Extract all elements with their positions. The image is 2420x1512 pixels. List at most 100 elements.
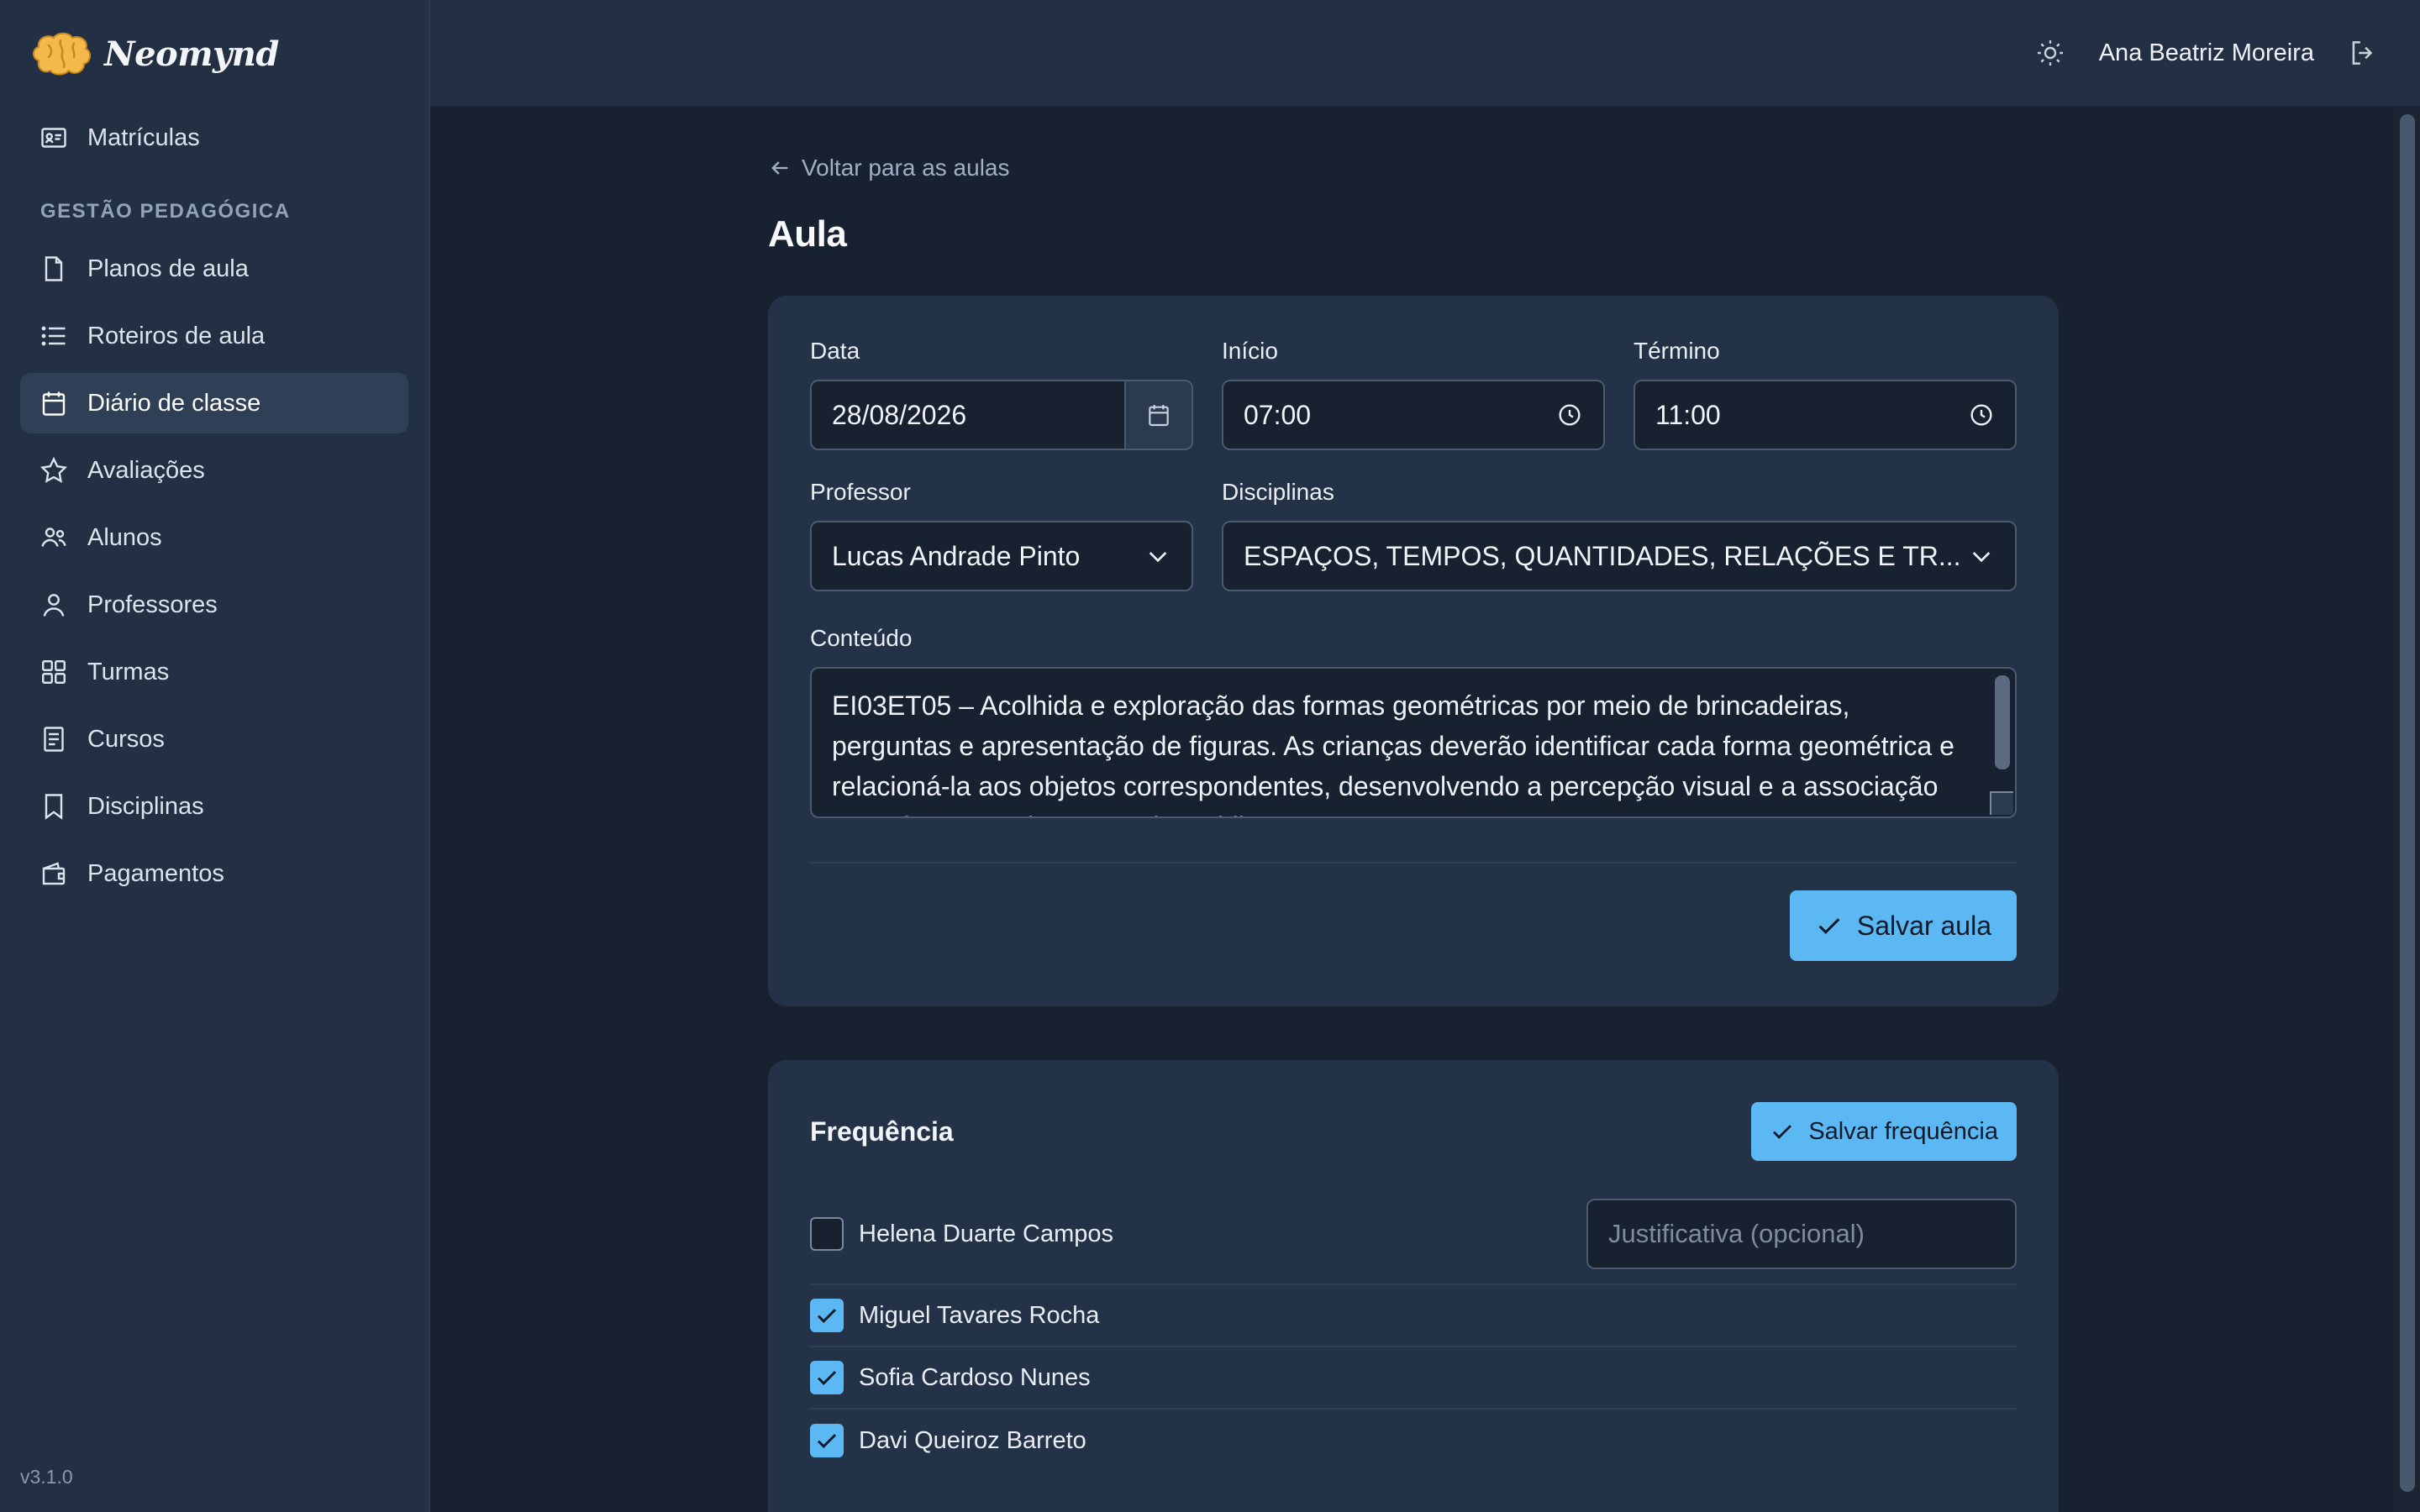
presence-checkbox[interactable] bbox=[810, 1361, 844, 1394]
user-icon bbox=[43, 594, 65, 617]
end-time-label: Término bbox=[1634, 338, 1720, 364]
attendance-row: Helena Duarte Campos Justificativa (opci… bbox=[810, 1184, 2017, 1285]
date-input[interactable]: 28/08/2026 bbox=[810, 380, 1126, 450]
date-picker-button[interactable] bbox=[1126, 380, 1193, 450]
sidebar-item-matriculas[interactable]: Matrículas bbox=[20, 108, 408, 168]
student-name: Helena Duarte Campos bbox=[859, 1220, 1114, 1247]
sidebar-item-label: Professores bbox=[87, 591, 218, 618]
content-label: Conteúdo bbox=[810, 625, 913, 651]
end-time-field: Término 11:00 bbox=[1634, 338, 2017, 450]
logout-button[interactable] bbox=[2346, 36, 2380, 70]
main-content: Voltar para as aulas Aula Data 28/08/202… bbox=[768, 108, 2059, 1512]
sidebar-item-cursos[interactable]: Cursos bbox=[20, 709, 408, 769]
sidebar-item-label: Turmas bbox=[87, 658, 170, 685]
end-time-value: 11:00 bbox=[1655, 399, 1721, 430]
date-label: Data bbox=[810, 338, 860, 364]
user-name[interactable]: Ana Beatriz Moreira bbox=[2099, 39, 2314, 67]
sidebar-item-label: Roteiros de aula bbox=[87, 322, 266, 349]
attendance-row: Davi Queiroz Barreto bbox=[810, 1410, 2017, 1472]
attendance-title: Frequência bbox=[810, 1116, 954, 1147]
attendance-card: Frequência Salvar frequência Helena Duar… bbox=[768, 1060, 2059, 1512]
grid-icon bbox=[42, 660, 66, 684]
page-scrollbar-thumb[interactable] bbox=[2400, 114, 2415, 1492]
presence-checkbox[interactable] bbox=[810, 1299, 844, 1332]
sidebar-item-diario-de-classe[interactable]: Diário de classe bbox=[20, 373, 408, 433]
sidebar-item-label: Cursos bbox=[87, 725, 165, 753]
save-lesson-label: Salvar aula bbox=[1856, 910, 1991, 941]
save-lesson-button[interactable]: Salvar aula bbox=[1789, 890, 2017, 961]
calendar-icon bbox=[42, 391, 66, 416]
attendance-list: Helena Duarte Campos Justificativa (opci… bbox=[810, 1184, 2017, 1472]
subjects-value: ESPAÇOS, TEMPOS, QUANTIDADES, RELAÇÕES E… bbox=[1244, 540, 1961, 571]
star-icon bbox=[39, 456, 68, 483]
check-icon bbox=[817, 1309, 837, 1323]
back-link[interactable]: Voltar para as aulas bbox=[768, 155, 2059, 181]
start-time-input[interactable]: 07:00 bbox=[1222, 380, 1605, 450]
sidebar-item-disciplinas[interactable]: Disciplinas bbox=[20, 776, 408, 837]
page-title: Aula bbox=[768, 213, 847, 255]
clock-icon[interactable] bbox=[1556, 402, 1583, 428]
clock-icon[interactable] bbox=[1968, 402, 1995, 428]
start-time-field: Início 07:00 bbox=[1222, 338, 1605, 450]
student-name: Davi Queiroz Barreto bbox=[859, 1426, 1086, 1454]
teacher-select[interactable]: Lucas Andrade Pinto bbox=[810, 521, 1193, 591]
teacher-value: Lucas Andrade Pinto bbox=[832, 540, 1081, 571]
back-link-label: Voltar para as aulas bbox=[802, 155, 1010, 181]
sidebar-item-professores[interactable]: Professores bbox=[20, 575, 408, 635]
content-value: EI03ET05 – Acolhida e exploração das for… bbox=[832, 690, 1954, 816]
brand-name: Neomynd bbox=[104, 34, 279, 74]
presence-checkbox[interactable] bbox=[810, 1424, 844, 1457]
date-field: Data 28/08/2026 bbox=[810, 338, 1193, 450]
attendance-row: Miguel Tavares Rocha bbox=[810, 1285, 2017, 1347]
file-icon bbox=[45, 256, 63, 281]
check-icon bbox=[1818, 918, 1840, 934]
brand[interactable]: Neomynd bbox=[0, 0, 429, 108]
nav-section-title: GESTÃO PEDAGÓGICA bbox=[40, 200, 291, 223]
save-attendance-label: Salvar frequência bbox=[1808, 1117, 1998, 1145]
sidebar-item-label: Matrículas bbox=[87, 123, 200, 151]
start-time-value: 07:00 bbox=[1244, 399, 1312, 430]
sidebar-item-label: Avaliações bbox=[87, 456, 205, 484]
attendance-row: Sofia Cardoso Nunes bbox=[810, 1347, 2017, 1410]
save-attendance-button[interactable]: Salvar frequência bbox=[1751, 1102, 2017, 1161]
content-textarea[interactable]: EI03ET05 – Acolhida e exploração das for… bbox=[810, 667, 2017, 818]
logout-icon bbox=[2352, 41, 2373, 65]
textarea-resize-handle[interactable] bbox=[1990, 791, 2013, 815]
app-version: v3.1.0 bbox=[20, 1466, 73, 1488]
sidebar: Neomynd Matrículas GESTÃO PEDAGÓGICA Pla… bbox=[0, 0, 430, 1512]
users-icon bbox=[41, 528, 66, 547]
sidebar-nav: Matrículas GESTÃO PEDAGÓGICA Planos de a… bbox=[0, 108, 429, 904]
subjects-select[interactable]: ESPAÇOS, TEMPOS, QUANTIDADES, RELAÇÕES E… bbox=[1222, 521, 2017, 591]
divider bbox=[810, 862, 2017, 864]
book-icon bbox=[44, 727, 64, 752]
sidebar-item-label: Alunos bbox=[87, 523, 162, 551]
calendar-icon bbox=[1149, 405, 1169, 427]
sidebar-item-label: Planos de aula bbox=[87, 255, 249, 282]
sidebar-item-planos-de-aula[interactable]: Planos de aula bbox=[20, 239, 408, 299]
theme-toggle-button[interactable] bbox=[2033, 36, 2067, 70]
start-time-label: Início bbox=[1222, 338, 1278, 364]
presence-checkbox[interactable] bbox=[810, 1217, 844, 1251]
topbar: Ana Beatriz Moreira bbox=[430, 0, 2420, 108]
list-icon bbox=[41, 326, 66, 346]
wallet-icon bbox=[42, 862, 66, 885]
bookmark-icon bbox=[45, 794, 63, 820]
student-name: Sofia Cardoso Nunes bbox=[859, 1363, 1091, 1391]
sidebar-item-pagamentos[interactable]: Pagamentos bbox=[20, 843, 408, 904]
sun-icon bbox=[2037, 40, 2063, 66]
justification-input[interactable]: Justificativa (opcional) bbox=[1586, 1199, 2017, 1269]
sidebar-item-avaliacoes[interactable]: Avaliações bbox=[20, 440, 408, 501]
check-icon bbox=[1773, 1125, 1792, 1139]
check-icon bbox=[817, 1434, 837, 1448]
sidebar-item-turmas[interactable]: Turmas bbox=[20, 642, 408, 702]
chevron-down-icon bbox=[1149, 552, 1167, 563]
check-icon bbox=[817, 1371, 837, 1385]
sidebar-item-alunos[interactable]: Alunos bbox=[20, 507, 408, 568]
textarea-scrollbar[interactable] bbox=[1995, 675, 2010, 769]
sidebar-item-roteiros-de-aula[interactable]: Roteiros de aula bbox=[20, 306, 408, 366]
end-time-input[interactable]: 11:00 bbox=[1634, 380, 2017, 450]
id-card-icon bbox=[41, 128, 66, 148]
sidebar-item-label: Diário de classe bbox=[87, 389, 261, 417]
subjects-label: Disciplinas bbox=[1222, 479, 1334, 505]
subjects-field: Disciplinas ESPAÇOS, TEMPOS, QUANTIDADES… bbox=[1222, 479, 2017, 591]
